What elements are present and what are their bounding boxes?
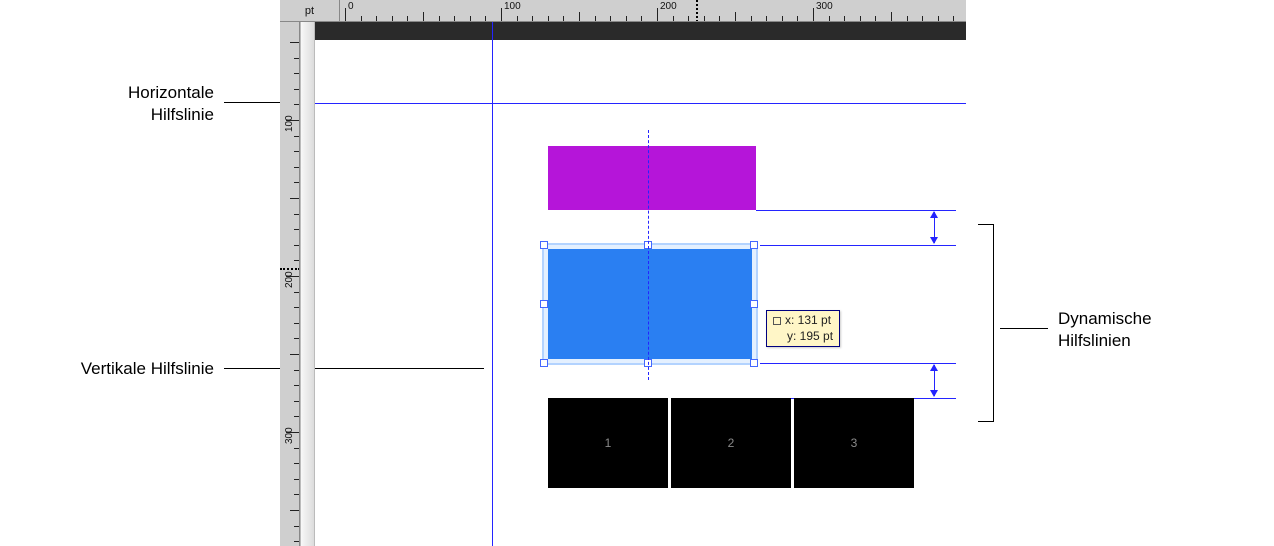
- label-vertical-guide: Vertikale Hilfslinie: [0, 358, 214, 380]
- dynamic-guide-line: [760, 245, 956, 246]
- ruler-tick-label: 0: [348, 1, 354, 12]
- editor-window: pt 0 100 200 300 100 200 300 x: 131 pt y: 195…: [280, 0, 966, 546]
- bracket-dynamic: [978, 224, 994, 422]
- tooltip-y-value: y: 195 pt: [787, 329, 833, 343]
- horizontal-guide-line[interactable]: [315, 103, 966, 104]
- selection-handle[interactable]: [750, 241, 758, 249]
- dynamic-guide-line: [760, 363, 956, 364]
- ruler-cursor-marker: [696, 0, 698, 22]
- black-box-label: 3: [851, 436, 858, 450]
- callout-line-dynamic: [1000, 328, 1048, 329]
- selection-handle[interactable]: [540, 300, 548, 308]
- arrow-up-icon: [930, 364, 938, 371]
- shape-black-box[interactable]: 1: [548, 398, 668, 488]
- arrow-up-icon: [930, 211, 938, 218]
- tooltip-x-value: x: 131 pt: [785, 313, 831, 327]
- selection-handle[interactable]: [540, 241, 548, 249]
- position-tooltip: x: 131 pt y: 195 pt: [766, 310, 840, 347]
- ruler-unit-label[interactable]: pt: [280, 0, 340, 22]
- ruler-tick-label: 100: [504, 1, 521, 12]
- shape-black-box[interactable]: 3: [794, 398, 914, 488]
- vertical-scrollbar[interactable]: [300, 22, 315, 546]
- vertical-ruler[interactable]: 100 200 300: [280, 22, 300, 546]
- vertical-guide-line[interactable]: [492, 22, 493, 546]
- selection-handle[interactable]: [540, 359, 548, 367]
- selection-handle[interactable]: [750, 300, 758, 308]
- arrow-down-icon: [930, 390, 938, 397]
- shape-purple-rect[interactable]: [548, 146, 756, 210]
- black-box-label: 1: [605, 436, 612, 450]
- shape-blue-rect[interactable]: [548, 249, 752, 359]
- ruler-tick-label: 200: [284, 271, 295, 288]
- smart-guide-center-vertical: [648, 130, 649, 380]
- dynamic-guide-line: [756, 210, 956, 211]
- ruler-tick-label: 200: [660, 1, 677, 12]
- arrow-down-icon: [930, 237, 938, 244]
- selection-handle[interactable]: [750, 359, 758, 367]
- shape-black-box[interactable]: 2: [671, 398, 791, 488]
- horizontal-ruler[interactable]: 0 100 200 300: [340, 0, 966, 22]
- black-box-label: 2: [728, 436, 735, 450]
- page-outside-area: [315, 22, 966, 40]
- tooltip-anchor-icon: [773, 317, 781, 325]
- label-dynamic-guides: Dynamische Hilfslinien: [1058, 308, 1152, 352]
- ruler-tick-label: 300: [284, 427, 295, 444]
- ruler-tick-label: 300: [816, 1, 833, 12]
- ruler-tick-label: 100: [284, 115, 295, 132]
- ruler-cursor-marker: [280, 268, 300, 270]
- label-horizontal-guide: Horizontale Hilfslinie: [0, 82, 214, 126]
